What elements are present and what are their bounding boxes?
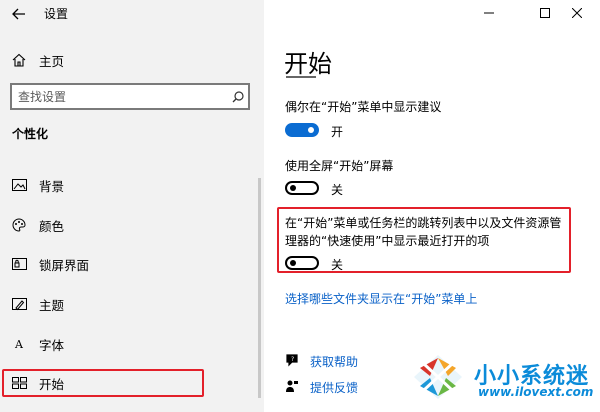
sidebar-item-home[interactable]: 主页: [0, 44, 264, 76]
image-icon: [11, 177, 27, 193]
sidebar-item-colors[interactable]: 颜色: [0, 209, 264, 241]
toggle-suggestions[interactable]: [285, 123, 319, 137]
sidebar-item-label: 背景: [39, 178, 65, 194]
maximize-icon: [540, 8, 550, 18]
theme-icon: [11, 296, 27, 312]
highlight-box-setting: [277, 207, 571, 273]
sidebar-item-label: 主题: [39, 297, 65, 313]
minimize-icon: [484, 12, 494, 14]
sidebar-item-label: 锁屏界面: [39, 257, 90, 273]
toggle-state-fullscreen: 关: [331, 183, 344, 197]
feedback-link[interactable]: 提供反馈: [310, 379, 358, 396]
get-help-link[interactable]: 获取帮助: [310, 353, 358, 370]
choose-folders-link[interactable]: 选择哪些文件夹显示在“开始”菜单上: [285, 290, 477, 307]
sidebar-item-label: 主页: [39, 53, 65, 69]
title-underline: [286, 76, 316, 78]
section-title: 个性化: [12, 127, 49, 141]
sidebar-item-fonts[interactable]: A 字体: [0, 328, 264, 360]
brand-url: www.ilovext.com: [478, 385, 594, 399]
page-title: 开始: [284, 50, 332, 78]
close-icon: [572, 8, 582, 18]
sidebar-item-label: 颜色: [39, 218, 65, 234]
search-icon: [228, 90, 248, 103]
brand-logo: [410, 352, 466, 406]
palette-icon: [11, 217, 27, 233]
close-button[interactable]: [554, 0, 600, 26]
sidebar-scrollbar[interactable]: [258, 178, 261, 398]
sidebar-item-label: 字体: [39, 337, 65, 353]
home-icon: [11, 52, 27, 68]
back-button[interactable]: [8, 4, 30, 24]
font-icon: A: [15, 337, 23, 351]
toggle-state-suggestions: 开: [331, 125, 344, 139]
toggle-knob: [308, 127, 314, 133]
feedback-icon: [285, 378, 299, 397]
sidebar-item-lock-screen[interactable]: 锁屏界面: [0, 248, 264, 280]
toggle-fullscreen[interactable]: [285, 181, 319, 195]
search-input[interactable]: [12, 85, 228, 108]
minimize-button[interactable]: [466, 0, 512, 26]
sidebar-item-background[interactable]: 背景: [0, 169, 264, 201]
setting-label-fullscreen: 使用全屏“开始”屏幕: [285, 159, 394, 173]
toggle-knob: [290, 185, 296, 191]
arrow-left-icon: [12, 8, 25, 20]
search-field[interactable]: [10, 83, 250, 110]
svg-text:?: ?: [291, 356, 294, 363]
sidebar-item-themes[interactable]: 主题: [0, 288, 264, 320]
lock-screen-icon: [11, 256, 27, 272]
highlight-box-sidebar: [2, 369, 204, 397]
setting-label-suggestions: 偶尔在“开始”菜单中显示建议: [285, 100, 442, 114]
window-title: 设置: [44, 7, 69, 21]
help-icon: ?: [285, 352, 299, 371]
